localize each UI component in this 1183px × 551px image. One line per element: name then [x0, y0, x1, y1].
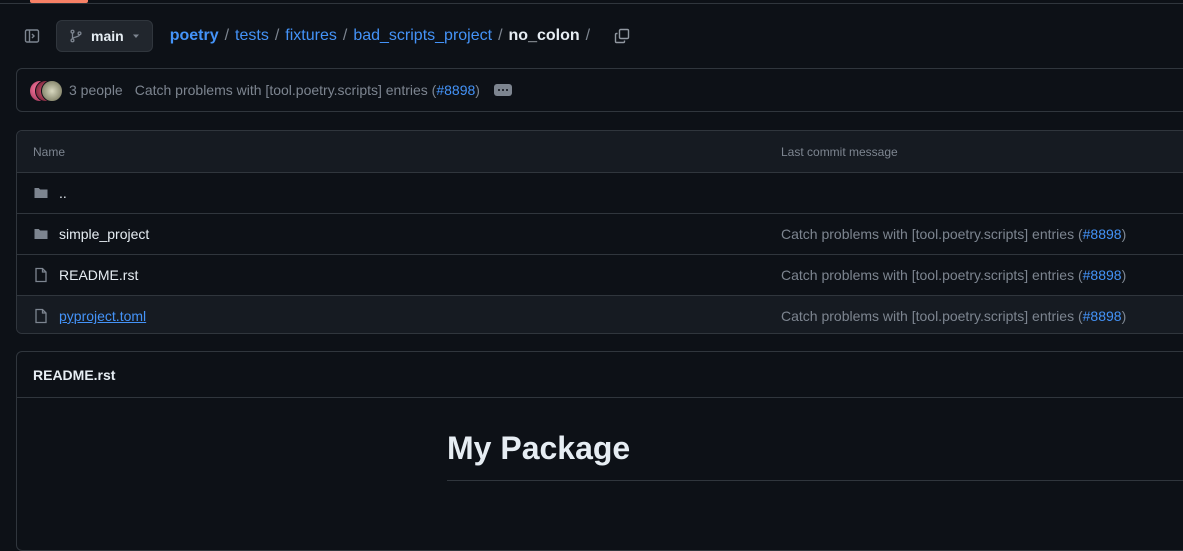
- breadcrumb-separator: /: [274, 27, 280, 44]
- row-pr-link[interactable]: #8898: [1083, 226, 1122, 242]
- row-commit-text: Catch problems with [tool.poetry.scripts…: [781, 226, 1083, 242]
- table-row[interactable]: README.rst Catch problems with [tool.poe…: [17, 255, 1183, 296]
- row-commit-suffix: ): [1121, 308, 1127, 324]
- row-commit-message[interactable]: Catch problems with [tool.poetry.scripts…: [781, 267, 1126, 283]
- breadcrumb-repo[interactable]: poetry: [170, 27, 219, 45]
- breadcrumb: poetry / tests / fixtures / bad_scripts_…: [170, 27, 596, 45]
- commit-message-suffix: ): [475, 82, 480, 98]
- commit-pr-link[interactable]: #8898: [436, 82, 475, 98]
- ellipsis-icon: [501, 89, 504, 91]
- breadcrumb-fixtures[interactable]: fixtures: [285, 27, 337, 45]
- breadcrumb-bad-scripts-project[interactable]: bad_scripts_project: [353, 27, 492, 45]
- file-name-link[interactable]: pyproject.toml: [59, 308, 146, 324]
- expand-commit-button[interactable]: [493, 84, 512, 96]
- row-commit-message[interactable]: Catch problems with [tool.poetry.scripts…: [781, 226, 1126, 242]
- row-commit-text: Catch problems with [tool.poetry.scripts…: [781, 267, 1083, 283]
- breadcrumb-current: no_colon: [508, 27, 580, 44]
- heading-divider: [447, 480, 1183, 481]
- row-commit-text: Catch problems with [tool.poetry.scripts…: [781, 308, 1083, 324]
- latest-commit-bar: 3 people Catch problems with [tool.poetr…: [16, 68, 1183, 112]
- commit-message[interactable]: Catch problems with [tool.poetry.scripts…: [135, 82, 480, 98]
- folder-icon: [34, 188, 48, 198]
- readme-heading: My Package: [447, 430, 631, 466]
- file-table-header: Name Last commit message: [17, 131, 1183, 173]
- readme-tab[interactable]: README.rst: [17, 352, 1183, 398]
- file-table: Name Last commit message .. simple_proje…: [16, 130, 1183, 334]
- breadcrumb-separator: /: [498, 27, 503, 44]
- copy-icon: [614, 28, 630, 44]
- avatar: [41, 80, 63, 102]
- column-name: Name: [33, 144, 66, 159]
- row-pr-link[interactable]: #8898: [1083, 267, 1122, 283]
- file-name-link[interactable]: simple_project: [59, 226, 149, 242]
- file-icon: [35, 308, 47, 324]
- file-name-link[interactable]: README.rst: [59, 267, 138, 283]
- branch-selector[interactable]: main: [56, 20, 153, 52]
- column-last-commit: Last commit message: [781, 144, 898, 159]
- breadcrumb-tests[interactable]: tests: [235, 27, 269, 45]
- git-branch-icon: [70, 29, 82, 43]
- ellipsis-icon: [505, 89, 508, 91]
- breadcrumb-separator: /: [224, 27, 230, 44]
- parent-directory-row[interactable]: ..: [17, 173, 1183, 214]
- file-icon: [35, 267, 47, 283]
- row-commit-message[interactable]: Catch problems with [tool.poetry.scripts…: [781, 308, 1126, 324]
- table-row[interactable]: pyproject.toml Catch problems with [tool…: [17, 296, 1183, 333]
- row-commit-suffix: ): [1121, 267, 1127, 283]
- commit-message-text: Catch problems with [tool.poetry.scripts…: [134, 82, 437, 98]
- caret-down-icon: [132, 34, 139, 38]
- sidebar-toggle-button[interactable]: [16, 20, 48, 52]
- contributors-count[interactable]: 3 people: [69, 82, 123, 98]
- parent-directory-link[interactable]: ..: [59, 185, 67, 201]
- breadcrumb-separator: /: [342, 27, 348, 44]
- copy-path-button[interactable]: [608, 22, 636, 50]
- folder-icon: [34, 229, 48, 239]
- ellipsis-icon: [497, 89, 500, 91]
- readme-panel: README.rst My Package: [16, 351, 1183, 551]
- breadcrumb-separator: /: [585, 27, 591, 44]
- file-header: main poetry / tests / fixtures / bad_scr…: [16, 20, 1183, 52]
- contributor-avatars[interactable]: [29, 80, 63, 102]
- table-row[interactable]: simple_project Catch problems with [tool…: [17, 214, 1183, 255]
- row-commit-suffix: ): [1121, 226, 1127, 242]
- branch-name: main: [91, 28, 124, 44]
- sidebar-expand-icon: [24, 29, 40, 43]
- row-pr-link[interactable]: #8898: [1083, 308, 1122, 324]
- top-border: [0, 3, 1183, 4]
